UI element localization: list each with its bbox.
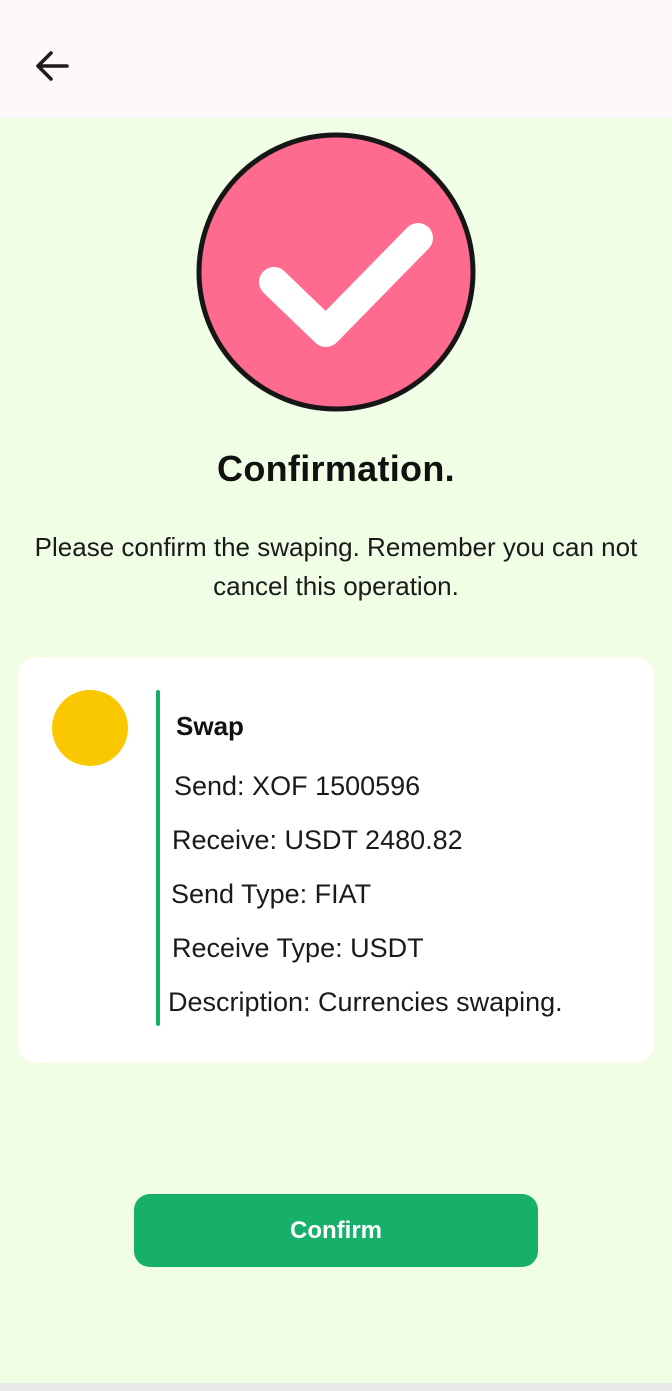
confirm-button[interactable]: Confirm: [134, 1194, 538, 1267]
receive-amount: Receive: USDT 2480.82: [172, 825, 463, 855]
arrow-left-icon: [36, 51, 69, 81]
confirmation-screen: Confirmation. Please confirm the swaping…: [0, 0, 672, 1391]
send-amount: Send: XOF 1500596: [174, 771, 421, 801]
bottom-edge: [0, 1383, 672, 1391]
description: Description: Currencies swaping.: [168, 987, 563, 1017]
card-divider: [156, 690, 160, 1026]
top-app-bar: [0, 0, 672, 118]
back-button[interactable]: [26, 40, 78, 92]
confirmation-title: Confirmation.: [217, 448, 455, 489]
swap-summary-card: Swap Send: XOF 1500596 Receive: USDT 248…: [18, 657, 654, 1063]
receive-type: Receive Type: USDT: [172, 933, 424, 963]
check-circle-icon: [196, 132, 476, 412]
swap-title: Swap: [176, 711, 244, 741]
coin-icon: [52, 690, 128, 766]
confirmation-message: Please confirm the swaping. Remember you…: [34, 532, 638, 601]
send-type: Send Type: FIAT: [171, 879, 372, 909]
